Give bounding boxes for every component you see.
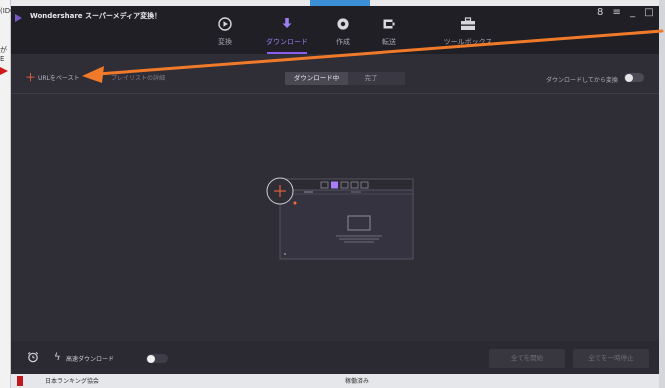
taskbar-item[interactable]: 日本ランキング協会	[45, 376, 99, 385]
nav-label: 転送	[382, 38, 396, 46]
alarm-clock-icon[interactable]	[27, 351, 39, 363]
add-url-plus-icon[interactable]: ＋	[25, 69, 36, 85]
nav-convert[interactable]: 変換	[195, 16, 255, 47]
toolbox-icon	[436, 16, 500, 32]
download-icon	[257, 16, 317, 32]
title-bar: Wondershare スーパーメディア変換！ 8 ≡ _ □ ✕ 変換 ダウン…	[11, 6, 665, 54]
nav-toolbox[interactable]: ツールボックス	[436, 16, 500, 47]
nav-label: ツールボックス	[443, 38, 493, 46]
nav-label: 変換	[218, 38, 232, 46]
pause-all-button[interactable]: 全てを一時停止	[573, 349, 649, 368]
lightning-icon: ϟ	[54, 352, 61, 363]
desktop-fragment: がE	[0, 46, 7, 63]
desktop-right-edge	[659, 0, 665, 388]
app-logo-icon	[15, 14, 22, 22]
desktop-marker-icon	[0, 67, 8, 75]
taskbar-item[interactable]: 稼働済み	[345, 376, 369, 385]
playlist-details-link[interactable]: プレイリストの詳細	[111, 73, 165, 82]
high-speed-download-toggle[interactable]	[146, 354, 168, 363]
high-speed-download-label: 高速ダウンロード	[66, 356, 115, 363]
toggle-knob	[625, 73, 633, 82]
app-window: Wondershare スーパーメディア変換！ 8 ≡ _ □ ✕ 変換 ダウン…	[11, 6, 665, 374]
paste-url-button[interactable]: URLをペースト	[38, 73, 80, 82]
empty-state-illustration	[266, 177, 414, 260]
tab-downloading[interactable]: ダウンロード中	[285, 72, 348, 85]
desktop-left-edge: (IDO がE	[0, 0, 16, 388]
nav-transfer[interactable]: 転送	[359, 16, 419, 47]
convert-after-download-toggle[interactable]	[624, 73, 644, 82]
nav-label: ダウンロード	[266, 38, 308, 46]
transfer-icon	[359, 16, 419, 32]
taskbar	[11, 374, 659, 388]
convert-after-download-label: ダウンロードしてから変換	[546, 77, 618, 84]
start-all-button[interactable]: 全てを開始	[489, 349, 565, 368]
taskbar-app-icon[interactable]	[17, 376, 23, 386]
play-circle-icon	[195, 16, 255, 32]
tab-completed[interactable]: 完了	[351, 72, 391, 85]
nav-download[interactable]: ダウンロード	[257, 16, 317, 47]
window-controls[interactable]: 8 ≡ _ □ ✕	[597, 7, 665, 18]
toggle-knob	[147, 354, 155, 363]
active-nav-indicator	[267, 52, 307, 54]
toolbar-divider	[11, 93, 659, 94]
app-title: Wondershare スーパーメディア変換！	[30, 12, 162, 20]
